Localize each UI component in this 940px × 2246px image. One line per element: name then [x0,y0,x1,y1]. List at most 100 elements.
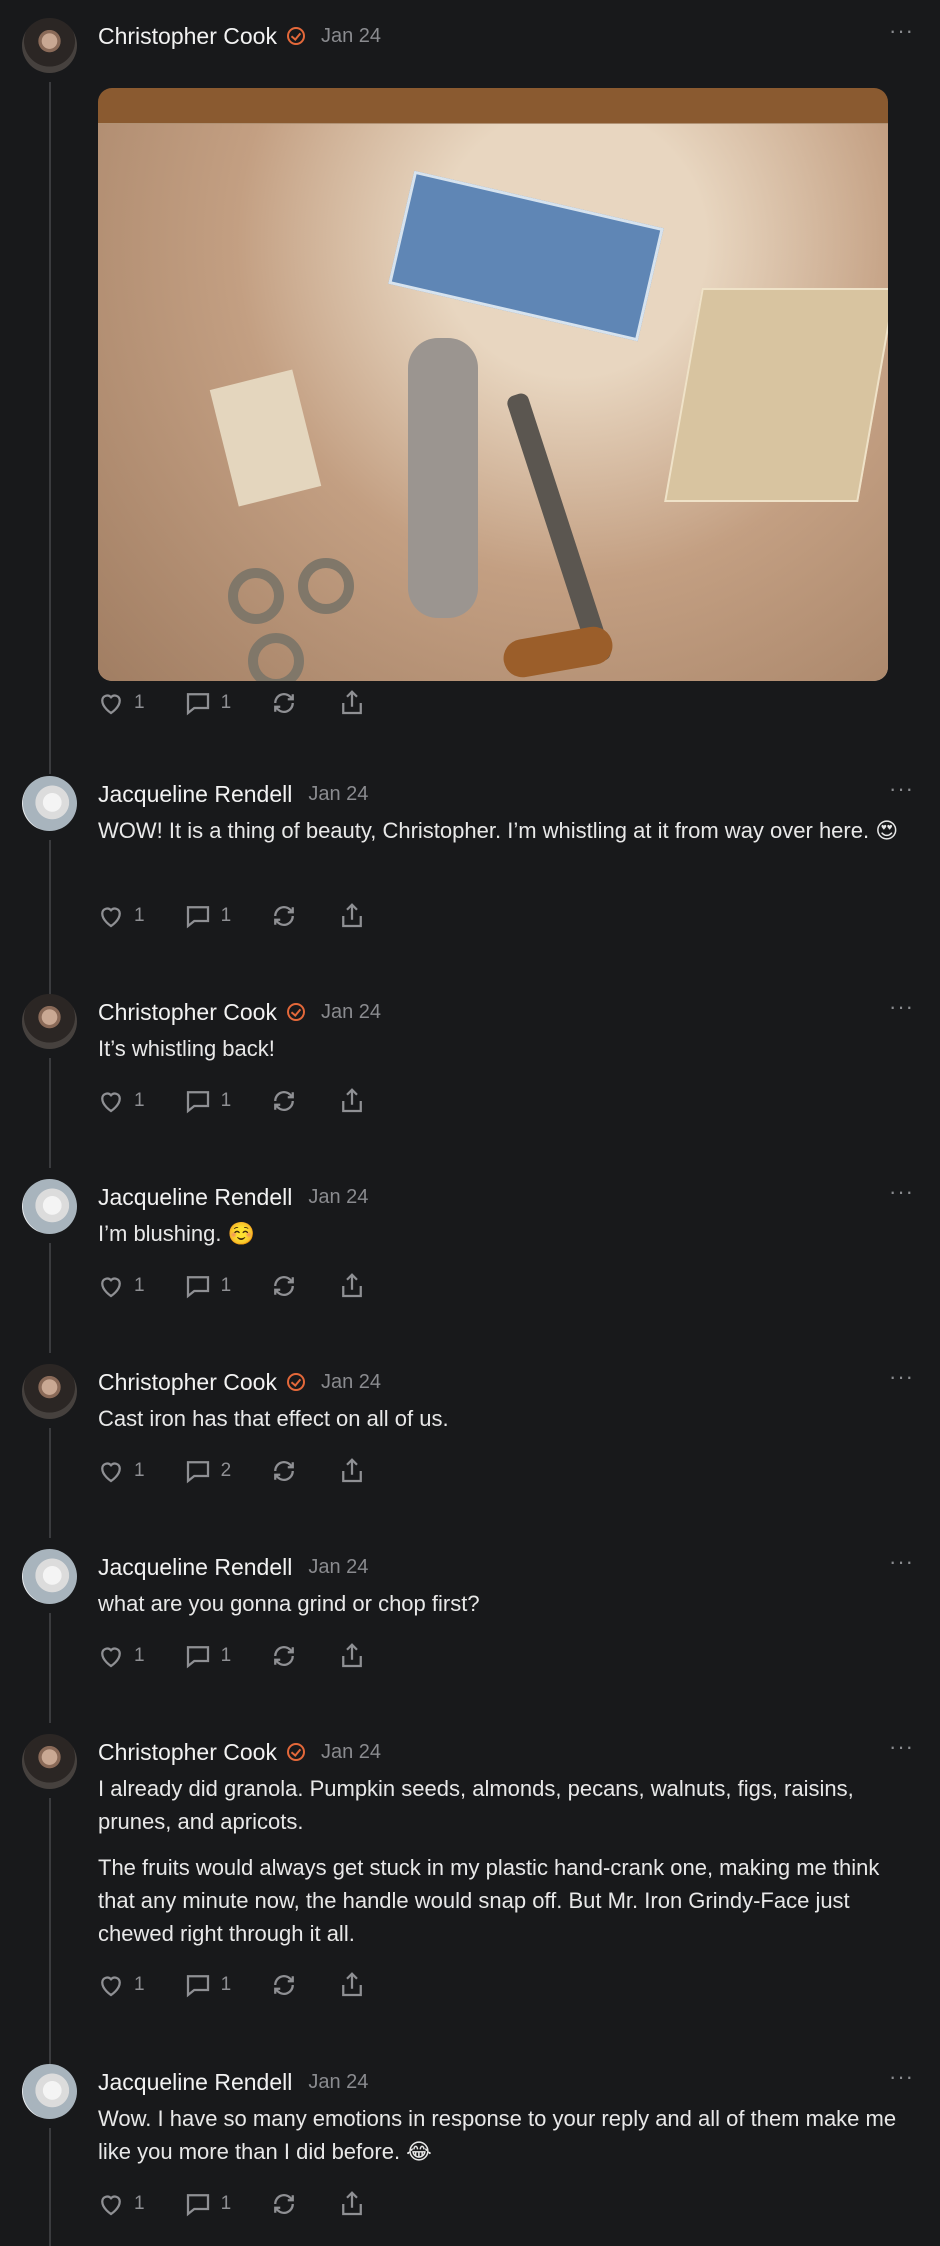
more-options-icon[interactable]: ··· [889,1364,914,1390]
author-name[interactable]: Christopher Cook [98,999,277,1026]
repost-icon [274,693,295,713]
comment-icon [186,1091,209,1114]
post-date[interactable]: Jan 24 [308,1186,368,1209]
author-name[interactable]: Christopher Cook [98,23,277,50]
avatar[interactable] [22,994,77,1049]
more-options-icon[interactable]: ··· [889,18,914,44]
share-button[interactable] [337,1641,367,1671]
more-options-icon[interactable]: ··· [889,1549,914,1575]
heart-icon [101,1976,121,1997]
reply-count: 1 [220,1645,232,1666]
post-date[interactable]: Jan 24 [321,1371,381,1394]
reply-button[interactable]: 2 [183,1456,231,1486]
share-button[interactable] [337,901,367,931]
like-count: 1 [134,1645,145,1666]
avatar[interactable] [22,1734,77,1789]
post-date[interactable]: Jan 24 [308,1556,368,1579]
like-button[interactable]: 1 [96,1086,145,1116]
thread-line [49,1058,51,1168]
post-text: Cast iron has that effect on all of us. [98,1402,908,1448]
heart-icon [101,1092,121,1113]
repost-button[interactable] [269,1456,299,1486]
repost-icon [274,1276,295,1296]
like-button[interactable]: 1 [96,901,145,931]
author-name[interactable]: Jacqueline Rendell [98,1554,292,1581]
like-button[interactable]: 1 [96,2189,145,2219]
author-name[interactable]: Jacqueline Rendell [98,2069,292,2096]
repost-button[interactable] [269,901,299,931]
more-options-icon[interactable]: ··· [889,1734,914,1760]
reply-button[interactable]: 1 [183,1271,231,1301]
repost-button[interactable] [269,1641,299,1671]
like-count: 1 [134,2193,145,2214]
repost-icon [274,1646,295,1666]
like-count: 1 [134,905,145,926]
verified-icon [286,1743,305,1761]
author-name[interactable]: Jacqueline Rendell [98,1184,292,1211]
repost-button[interactable] [269,2189,299,2219]
repost-button[interactable] [269,1086,299,1116]
post-text: what are you gonna grind or chop first? [98,1587,908,1633]
like-count: 1 [134,1275,145,1296]
reply-button[interactable]: 1 [183,901,231,931]
share-icon [342,1643,363,1668]
repost-button[interactable] [269,688,299,718]
comment-icon [186,1276,209,1299]
verified-icon [286,27,305,45]
more-options-icon[interactable]: ··· [889,776,914,802]
avatar[interactable] [22,1364,77,1419]
share-icon [342,1273,363,1298]
post-date[interactable]: Jan 24 [321,1001,381,1024]
more-options-icon[interactable]: ··· [889,2064,914,2090]
like-button[interactable]: 1 [96,1271,145,1301]
repost-button[interactable] [269,1271,299,1301]
more-options-icon[interactable]: ··· [889,994,914,1020]
reply-button[interactable]: 1 [183,688,231,718]
repost-button[interactable] [269,1970,299,2000]
heart-icon [101,2195,121,2216]
like-button[interactable]: 1 [96,1456,145,1486]
post-text: I already did granola. Pumpkin seeds, al… [98,1772,908,1963]
share-icon [342,903,363,928]
reply-button[interactable]: 1 [183,1970,231,2000]
author-name[interactable]: Christopher Cook [98,1739,277,1766]
verified-icon [286,1003,305,1021]
post-date[interactable]: Jan 24 [308,2071,368,2094]
reply-button[interactable]: 1 [183,2189,231,2219]
repost-icon [274,906,295,926]
like-button[interactable]: 1 [96,1641,145,1671]
heart-icon [101,1462,121,1483]
like-button[interactable]: 1 [96,688,145,718]
share-button[interactable] [337,1271,367,1301]
author-name[interactable]: Jacqueline Rendell [98,781,292,808]
post-date[interactable]: Jan 24 [321,25,381,48]
paragraph: It’s whistling back! [98,1036,275,1061]
avatar[interactable] [22,18,77,73]
like-button[interactable]: 1 [96,1970,145,2000]
post-image[interactable] [98,88,888,681]
share-button[interactable] [337,688,367,718]
avatar[interactable] [22,1549,77,1604]
more-options-icon[interactable]: ··· [889,1179,914,1205]
avatar[interactable] [22,1179,77,1234]
thread-line [49,1243,51,1353]
share-button[interactable] [337,1456,367,1486]
share-button[interactable] [337,1970,367,2000]
post-date[interactable]: Jan 24 [321,1741,381,1764]
paragraph: I already did granola. Pumpkin seeds, al… [98,1776,854,1834]
reply-button[interactable]: 1 [183,1086,231,1116]
avatar[interactable] [22,776,77,831]
thread-line [49,1613,51,1723]
reply-button[interactable]: 1 [183,1641,232,1671]
share-icon [342,1088,363,1113]
paragraph: WOW! It is a thing of beauty, Christophe… [98,818,899,843]
thread-line [49,82,51,774]
share-button[interactable] [337,2189,367,2219]
avatar[interactable] [22,2064,77,2119]
author-name[interactable]: Christopher Cook [98,1369,277,1396]
post-text: WOW! It is a thing of beauty, Christophe… [98,814,908,860]
post-date[interactable]: Jan 24 [308,783,368,806]
like-count: 1 [134,1974,145,1995]
share-button[interactable] [337,1086,367,1116]
heart-icon [101,1647,121,1668]
